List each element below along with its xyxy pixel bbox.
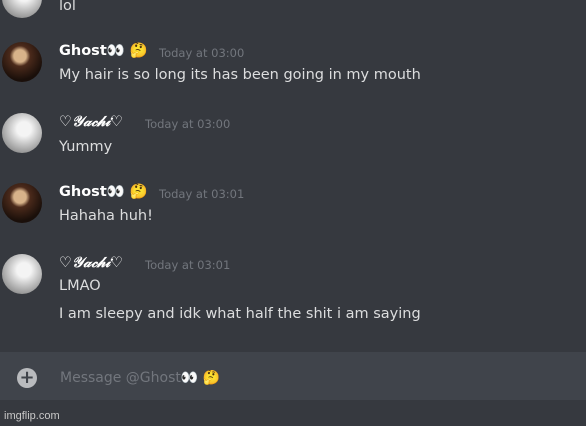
watermark: imgflip.com [4, 410, 60, 422]
message-text: LMAO [59, 278, 101, 294]
message-text: Yummy [59, 139, 113, 155]
timestamp: Today at 03:00 [159, 46, 245, 60]
avatar[interactable] [2, 183, 42, 223]
username[interactable]: Ghost👀 🤔 [59, 183, 148, 200]
timestamp: Today at 03:01 [145, 258, 231, 272]
avatar[interactable] [2, 0, 42, 18]
message-text: I am sleepy and idk what half the shit i… [59, 306, 421, 322]
message-composer: + [0, 352, 586, 400]
username[interactable]: ♡𝒴𝒶𝒸𝒽𝒾♡ [59, 254, 123, 271]
username[interactable]: Ghost👀 🤔 [59, 42, 148, 59]
avatar[interactable] [2, 254, 42, 294]
plus-circle-icon[interactable]: + [17, 368, 37, 388]
message-text: lol [59, 0, 76, 14]
avatar[interactable] [2, 42, 42, 82]
username[interactable]: ♡𝒴𝒶𝒸𝒽𝒾♡ [59, 113, 123, 130]
timestamp: Today at 03:00 [145, 117, 231, 131]
message-list: lol Ghost👀 🤔 Today at 03:00 My hair is s… [0, 0, 586, 350]
timestamp: Today at 03:01 [159, 187, 245, 201]
message-text: My hair is so long its has been going in… [59, 67, 421, 83]
message-input[interactable] [58, 366, 562, 390]
message-text: Hahaha huh! [59, 208, 153, 224]
avatar[interactable] [2, 113, 42, 153]
